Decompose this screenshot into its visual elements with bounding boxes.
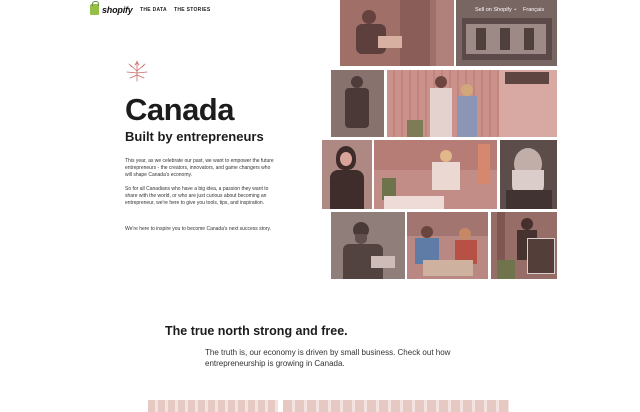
photo-woman-portrait	[322, 140, 372, 209]
page-subtitle: Built by entrepreneurs	[125, 129, 264, 144]
photo-woman-reading	[340, 0, 454, 66]
photo-vintage-man-reading	[331, 212, 405, 279]
nav-link-the-data[interactable]: THE DATA	[140, 7, 167, 13]
logo-text: shopify	[102, 4, 133, 15]
maple-leaf-icon	[126, 60, 148, 82]
photo-bearded-man-portrait	[500, 140, 557, 209]
photo-man-with-sign	[491, 212, 557, 279]
photo-woman-shop	[374, 140, 497, 209]
intro-paragraph: So for all Canadians who have a big idea…	[125, 186, 269, 206]
sell-on-shopify-link[interactable]: Sell on Shopify	[475, 7, 512, 13]
section-text: The truth is, our economy is driven by s…	[205, 348, 451, 368]
map-strip-left	[148, 400, 278, 412]
photo-couple-storefront	[387, 70, 557, 137]
photo-vintage-portrait	[331, 70, 384, 137]
section-title: The true north strong and free.	[165, 324, 348, 338]
page-title: Canada	[125, 92, 234, 127]
nav-link-the-stories[interactable]: THE STORIES	[174, 7, 211, 13]
photo-maker-workshop	[407, 212, 488, 279]
chevron-down-icon: ⌄	[513, 6, 518, 12]
language-switch-link[interactable]: Français	[523, 7, 544, 13]
intro-paragraph: We're here to inspire you to become Cana…	[125, 226, 271, 232]
shopify-logo[interactable]: shopify	[90, 1, 133, 15]
intro-paragraph: This year, as we celebrate our past, we …	[125, 158, 274, 178]
shopify-bag-icon	[90, 1, 99, 15]
map-strip-right	[283, 400, 509, 412]
